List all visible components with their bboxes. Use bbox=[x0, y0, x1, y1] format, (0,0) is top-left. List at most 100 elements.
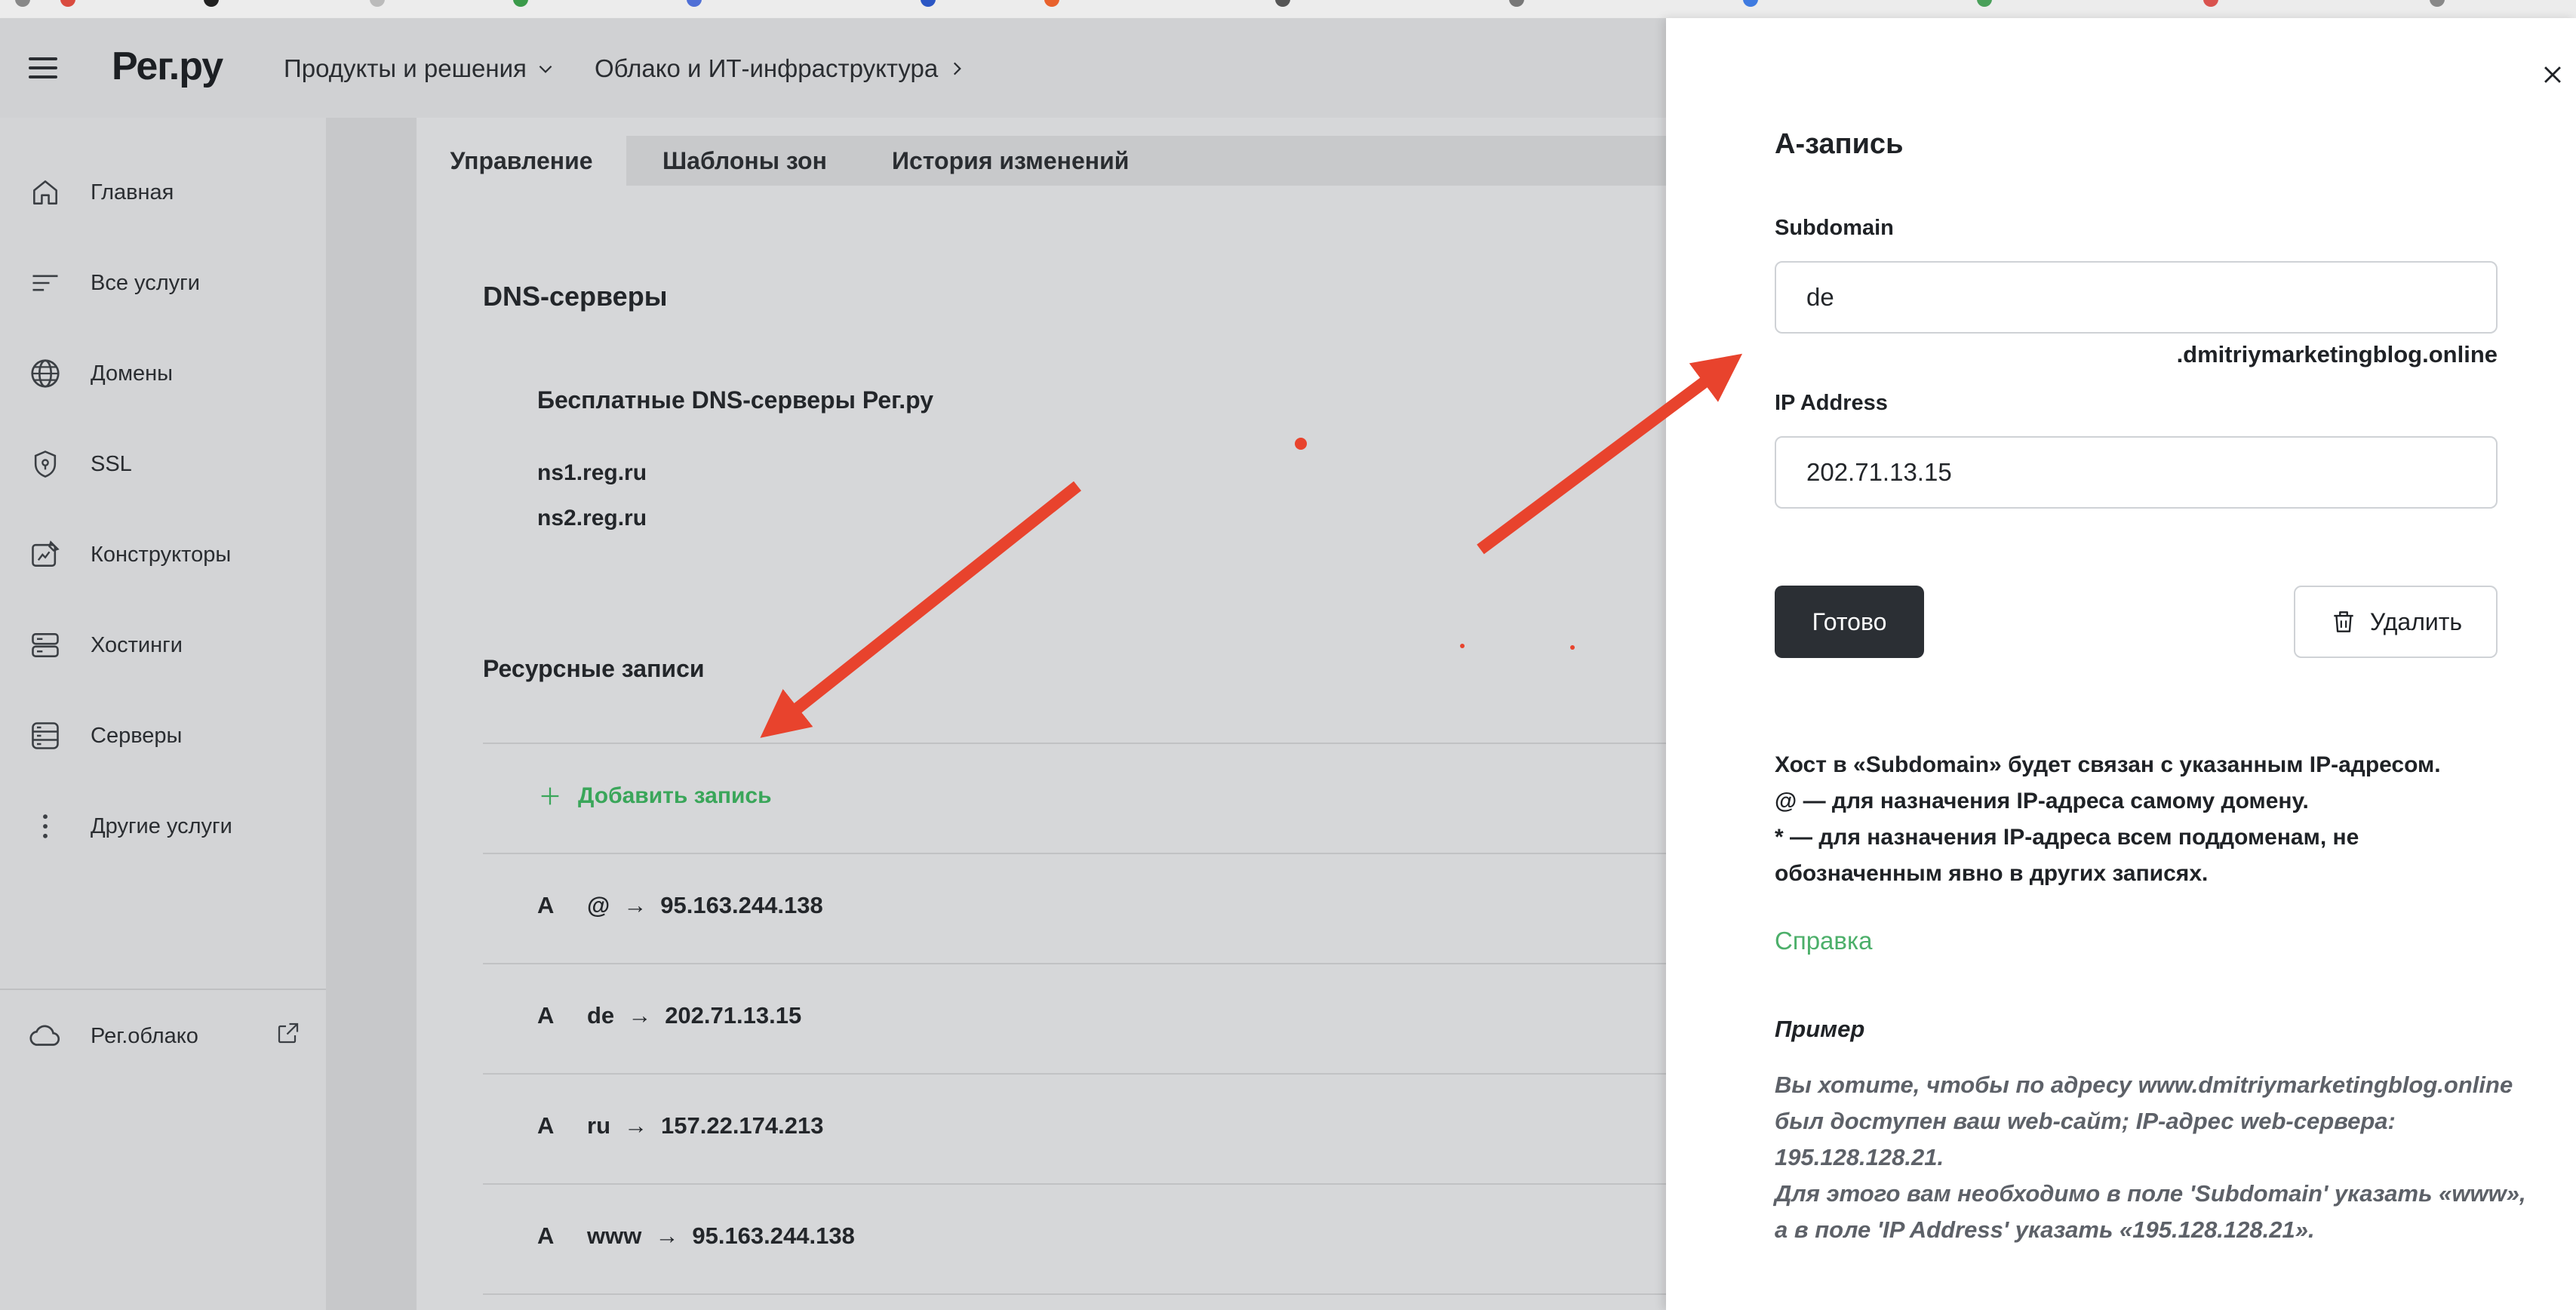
bookmark-favicon-icon bbox=[1977, 0, 1992, 7]
sidebar-item-domains[interactable]: Домены bbox=[0, 340, 326, 407]
help-link[interactable]: Справка bbox=[1775, 927, 1872, 955]
list-icon bbox=[27, 265, 63, 301]
add-record-label: Добавить запись bbox=[578, 783, 772, 808]
site-logo[interactable]: Рег.ру bbox=[112, 44, 223, 89]
delete-button[interactable]: Удалить bbox=[2294, 586, 2498, 658]
record-type: A bbox=[537, 1002, 555, 1029]
sidebar-item-label: Главная bbox=[91, 180, 174, 204]
nav-cloud-label: Облако и ИТ-инфраструктура bbox=[595, 54, 939, 82]
record-host: www bbox=[587, 1222, 642, 1249]
ip-address-input[interactable] bbox=[1775, 436, 2498, 509]
browser-bookmarks-bar bbox=[0, 0, 2576, 19]
menu-icon[interactable] bbox=[29, 57, 59, 78]
bookmark-favicon-icon bbox=[921, 0, 936, 7]
example-line: Вы хотите, чтобы по адресу www.dmitriyma… bbox=[1775, 1072, 2513, 1098]
sidebar-item-all-services[interactable]: Все услуги bbox=[0, 249, 326, 317]
bookmark-item[interactable] bbox=[15, 0, 30, 9]
bookmark-favicon-icon bbox=[513, 0, 528, 7]
record-type: A bbox=[537, 1222, 555, 1249]
ip-address-label: IP Address bbox=[1775, 391, 1888, 415]
server-icon bbox=[27, 718, 63, 754]
divider bbox=[483, 963, 1666, 964]
tabs-bar: Управление Шаблоны зон История изменений bbox=[417, 136, 1666, 186]
tab-history[interactable]: История изменений bbox=[892, 136, 1129, 186]
delete-button-label: Удалить bbox=[2369, 607, 2463, 635]
trash-icon bbox=[2334, 611, 2353, 632]
bookmark-favicon-icon bbox=[1509, 0, 1524, 7]
bookmark-item[interactable] bbox=[204, 0, 219, 9]
sidebar-item-home[interactable]: Главная bbox=[0, 158, 326, 226]
subdomain-input[interactable] bbox=[1775, 261, 2498, 334]
close-icon[interactable] bbox=[2540, 62, 2565, 88]
record-row[interactable]: A ru → 157.22.174.213 bbox=[537, 1112, 824, 1139]
done-button[interactable]: Готово bbox=[1775, 586, 1924, 658]
add-record-button[interactable]: Добавить запись bbox=[537, 783, 772, 809]
hosting-icon bbox=[27, 627, 63, 663]
tab-management[interactable]: Управление bbox=[417, 136, 626, 186]
example-line: Для этого вам необходимо в поле 'Subdoma… bbox=[1775, 1180, 2526, 1207]
sidebar-item-label: Серверы bbox=[91, 723, 183, 748]
bookmark-item[interactable] bbox=[921, 0, 936, 9]
record-row[interactable]: A www → 95.163.244.138 bbox=[537, 1222, 855, 1250]
record-row[interactable]: A de → 202.71.13.15 bbox=[537, 1002, 801, 1029]
sidebar-item-servers[interactable]: Серверы bbox=[0, 702, 326, 770]
arrow-right-icon: → bbox=[624, 1112, 647, 1139]
record-value: 157.22.174.213 bbox=[661, 1112, 824, 1139]
record-type: A bbox=[537, 1112, 555, 1139]
bookmark-item[interactable] bbox=[1509, 0, 1524, 9]
bookmark-item[interactable] bbox=[2430, 0, 2445, 9]
example-title: Пример bbox=[1775, 1016, 1865, 1042]
example-line: 195.128.128.21. bbox=[1775, 1144, 1944, 1170]
arrow-right-icon: → bbox=[628, 1002, 652, 1029]
nav-products[interactable]: Продукты и решения bbox=[284, 54, 555, 83]
sidebar-item-label: Хостинги bbox=[91, 632, 183, 657]
tab-label: История изменений bbox=[892, 146, 1130, 174]
sidebar-item-hosting[interactable]: Хостинги bbox=[0, 611, 326, 679]
record-host: de bbox=[587, 1002, 615, 1029]
dns-server-item: ns1.reg.ru bbox=[537, 460, 647, 485]
arrow-right-icon: → bbox=[655, 1222, 679, 1249]
bookmark-item[interactable] bbox=[1044, 0, 1059, 9]
content-gutter bbox=[326, 118, 417, 1310]
sidebar-item-label: Другие услуги bbox=[91, 813, 232, 838]
hint-line: * — для назначения IP-адреса всем поддом… bbox=[1775, 825, 2359, 850]
record-type: A bbox=[537, 892, 555, 918]
record-row[interactable]: A @ → 95.163.244.138 bbox=[537, 892, 823, 919]
globe-icon bbox=[27, 355, 63, 392]
bookmark-favicon-icon bbox=[687, 0, 702, 7]
record-host: @ bbox=[587, 892, 610, 918]
constructor-icon bbox=[27, 537, 63, 573]
nav-cloud[interactable]: Облако и ИТ-инфраструктура bbox=[595, 54, 967, 83]
record-host: ru bbox=[587, 1112, 610, 1139]
shield-icon bbox=[27, 446, 63, 482]
hint-line: обозначенным явно в других записях. bbox=[1775, 861, 2209, 886]
example-line: а в поле 'IP Address' указать «195.128.1… bbox=[1775, 1216, 2315, 1243]
bookmark-item[interactable] bbox=[370, 0, 385, 9]
dns-group-title: Бесплатные DNS-серверы Рег.ру bbox=[537, 386, 934, 414]
resource-records-title: Ресурсные записи bbox=[483, 655, 705, 682]
bookmark-favicon-icon bbox=[15, 0, 30, 7]
divider bbox=[483, 1293, 1666, 1295]
bookmark-favicon-icon bbox=[1044, 0, 1059, 7]
sidebar-item-constructors[interactable]: Конструкторы bbox=[0, 521, 326, 589]
example-line: был доступен ваш web-сайт; IP-адрес web-… bbox=[1775, 1108, 2396, 1134]
sidebar-item-reg-cloud[interactable]: Рег.облако bbox=[0, 1002, 326, 1070]
arrow-right-icon: → bbox=[623, 892, 647, 918]
cloud-icon bbox=[27, 1018, 63, 1054]
bookmark-item[interactable] bbox=[513, 0, 528, 9]
external-link-icon bbox=[275, 1019, 302, 1053]
tab-zone-templates[interactable]: Шаблоны зон bbox=[662, 136, 827, 186]
bookmark-item[interactable] bbox=[687, 0, 702, 9]
bookmark-item[interactable] bbox=[1275, 0, 1290, 9]
sidebar-item-ssl[interactable]: SSL bbox=[0, 430, 326, 498]
sidebar-divider bbox=[0, 989, 326, 990]
done-button-label: Готово bbox=[1812, 607, 1887, 635]
bookmark-item[interactable] bbox=[1977, 0, 1992, 9]
sidebar-item-label: Рег.облако bbox=[91, 1023, 198, 1048]
bookmark-favicon-icon bbox=[1275, 0, 1290, 7]
sidebar-item-other-services[interactable]: Другие услуги bbox=[0, 792, 326, 860]
sidebar-item-label: Конструкторы bbox=[91, 542, 232, 567]
bookmark-item[interactable] bbox=[60, 0, 75, 9]
bookmark-item[interactable] bbox=[2203, 0, 2218, 9]
bookmark-item[interactable] bbox=[1743, 0, 1758, 9]
